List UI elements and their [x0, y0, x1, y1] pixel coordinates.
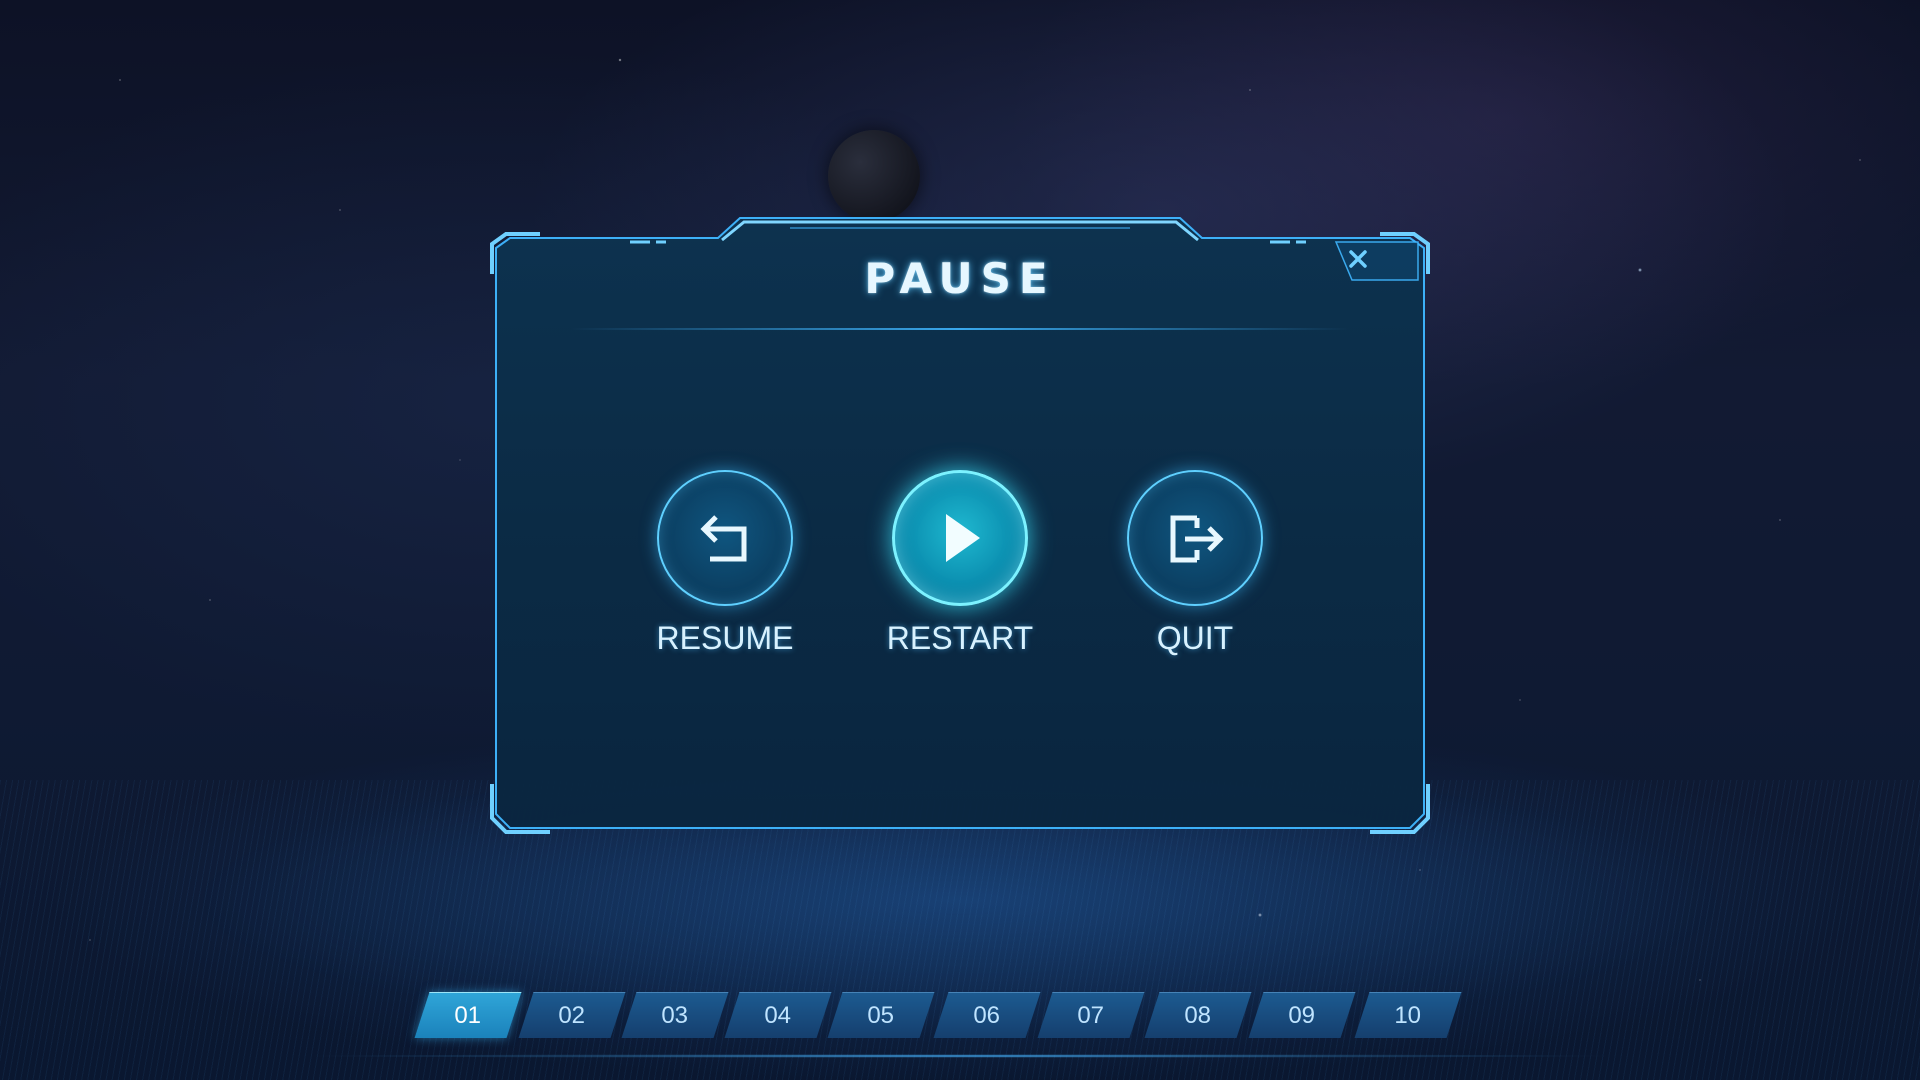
- restart-button[interactable]: RESTART: [875, 470, 1045, 657]
- level-number: 10: [1394, 1002, 1422, 1029]
- level-tab-05[interactable]: 05: [827, 992, 935, 1038]
- dialog-title: PAUSE: [864, 254, 1056, 303]
- level-tab-02[interactable]: 02: [518, 992, 626, 1038]
- planet-decoration: [828, 130, 920, 222]
- level-tab-06[interactable]: 06: [933, 992, 1041, 1038]
- level-tab-04[interactable]: 04: [724, 992, 832, 1038]
- level-selector: 01 02 03 04 05 06 07 08 09 10: [414, 992, 1462, 1042]
- level-tab-03[interactable]: 03: [621, 992, 729, 1038]
- resume-label: RESUME: [656, 620, 794, 656]
- level-number: 07: [1077, 1002, 1105, 1029]
- level-number: 04: [764, 1002, 792, 1029]
- resume-button[interactable]: RESUME: [640, 470, 810, 657]
- undo-arrow-icon: [700, 515, 747, 562]
- level-number: 09: [1288, 1002, 1316, 1029]
- play-icon: [946, 514, 980, 562]
- level-tab-07[interactable]: 07: [1037, 992, 1145, 1038]
- close-icon: [1349, 250, 1367, 268]
- restart-label: RESTART: [886, 620, 1034, 656]
- level-number: 05: [867, 1002, 895, 1029]
- level-tab-08[interactable]: 08: [1144, 992, 1252, 1038]
- pause-dialog: PAUSE RESUME RESTART QUIT: [490, 214, 1430, 842]
- level-number: 08: [1184, 1002, 1212, 1029]
- restart-circle[interactable]: [892, 470, 1028, 606]
- exit-door-icon: [1170, 515, 1224, 563]
- quit-circle[interactable]: [1127, 470, 1263, 606]
- level-number: 06: [973, 1002, 1001, 1029]
- level-selector-underline: [300, 1054, 1620, 1058]
- resume-circle[interactable]: [657, 470, 793, 606]
- quit-button[interactable]: QUIT: [1110, 470, 1280, 657]
- action-buttons: RESUME RESTART QUIT: [490, 470, 1430, 670]
- level-tab-10[interactable]: 10: [1354, 992, 1462, 1038]
- level-number: 03: [661, 1002, 689, 1029]
- level-number: 01: [454, 1002, 482, 1029]
- level-tab-09[interactable]: 09: [1248, 992, 1356, 1038]
- level-tab-01[interactable]: 01: [414, 992, 522, 1038]
- quit-label: QUIT: [1156, 620, 1234, 656]
- level-number: 02: [558, 1002, 586, 1029]
- close-button[interactable]: [1338, 244, 1378, 274]
